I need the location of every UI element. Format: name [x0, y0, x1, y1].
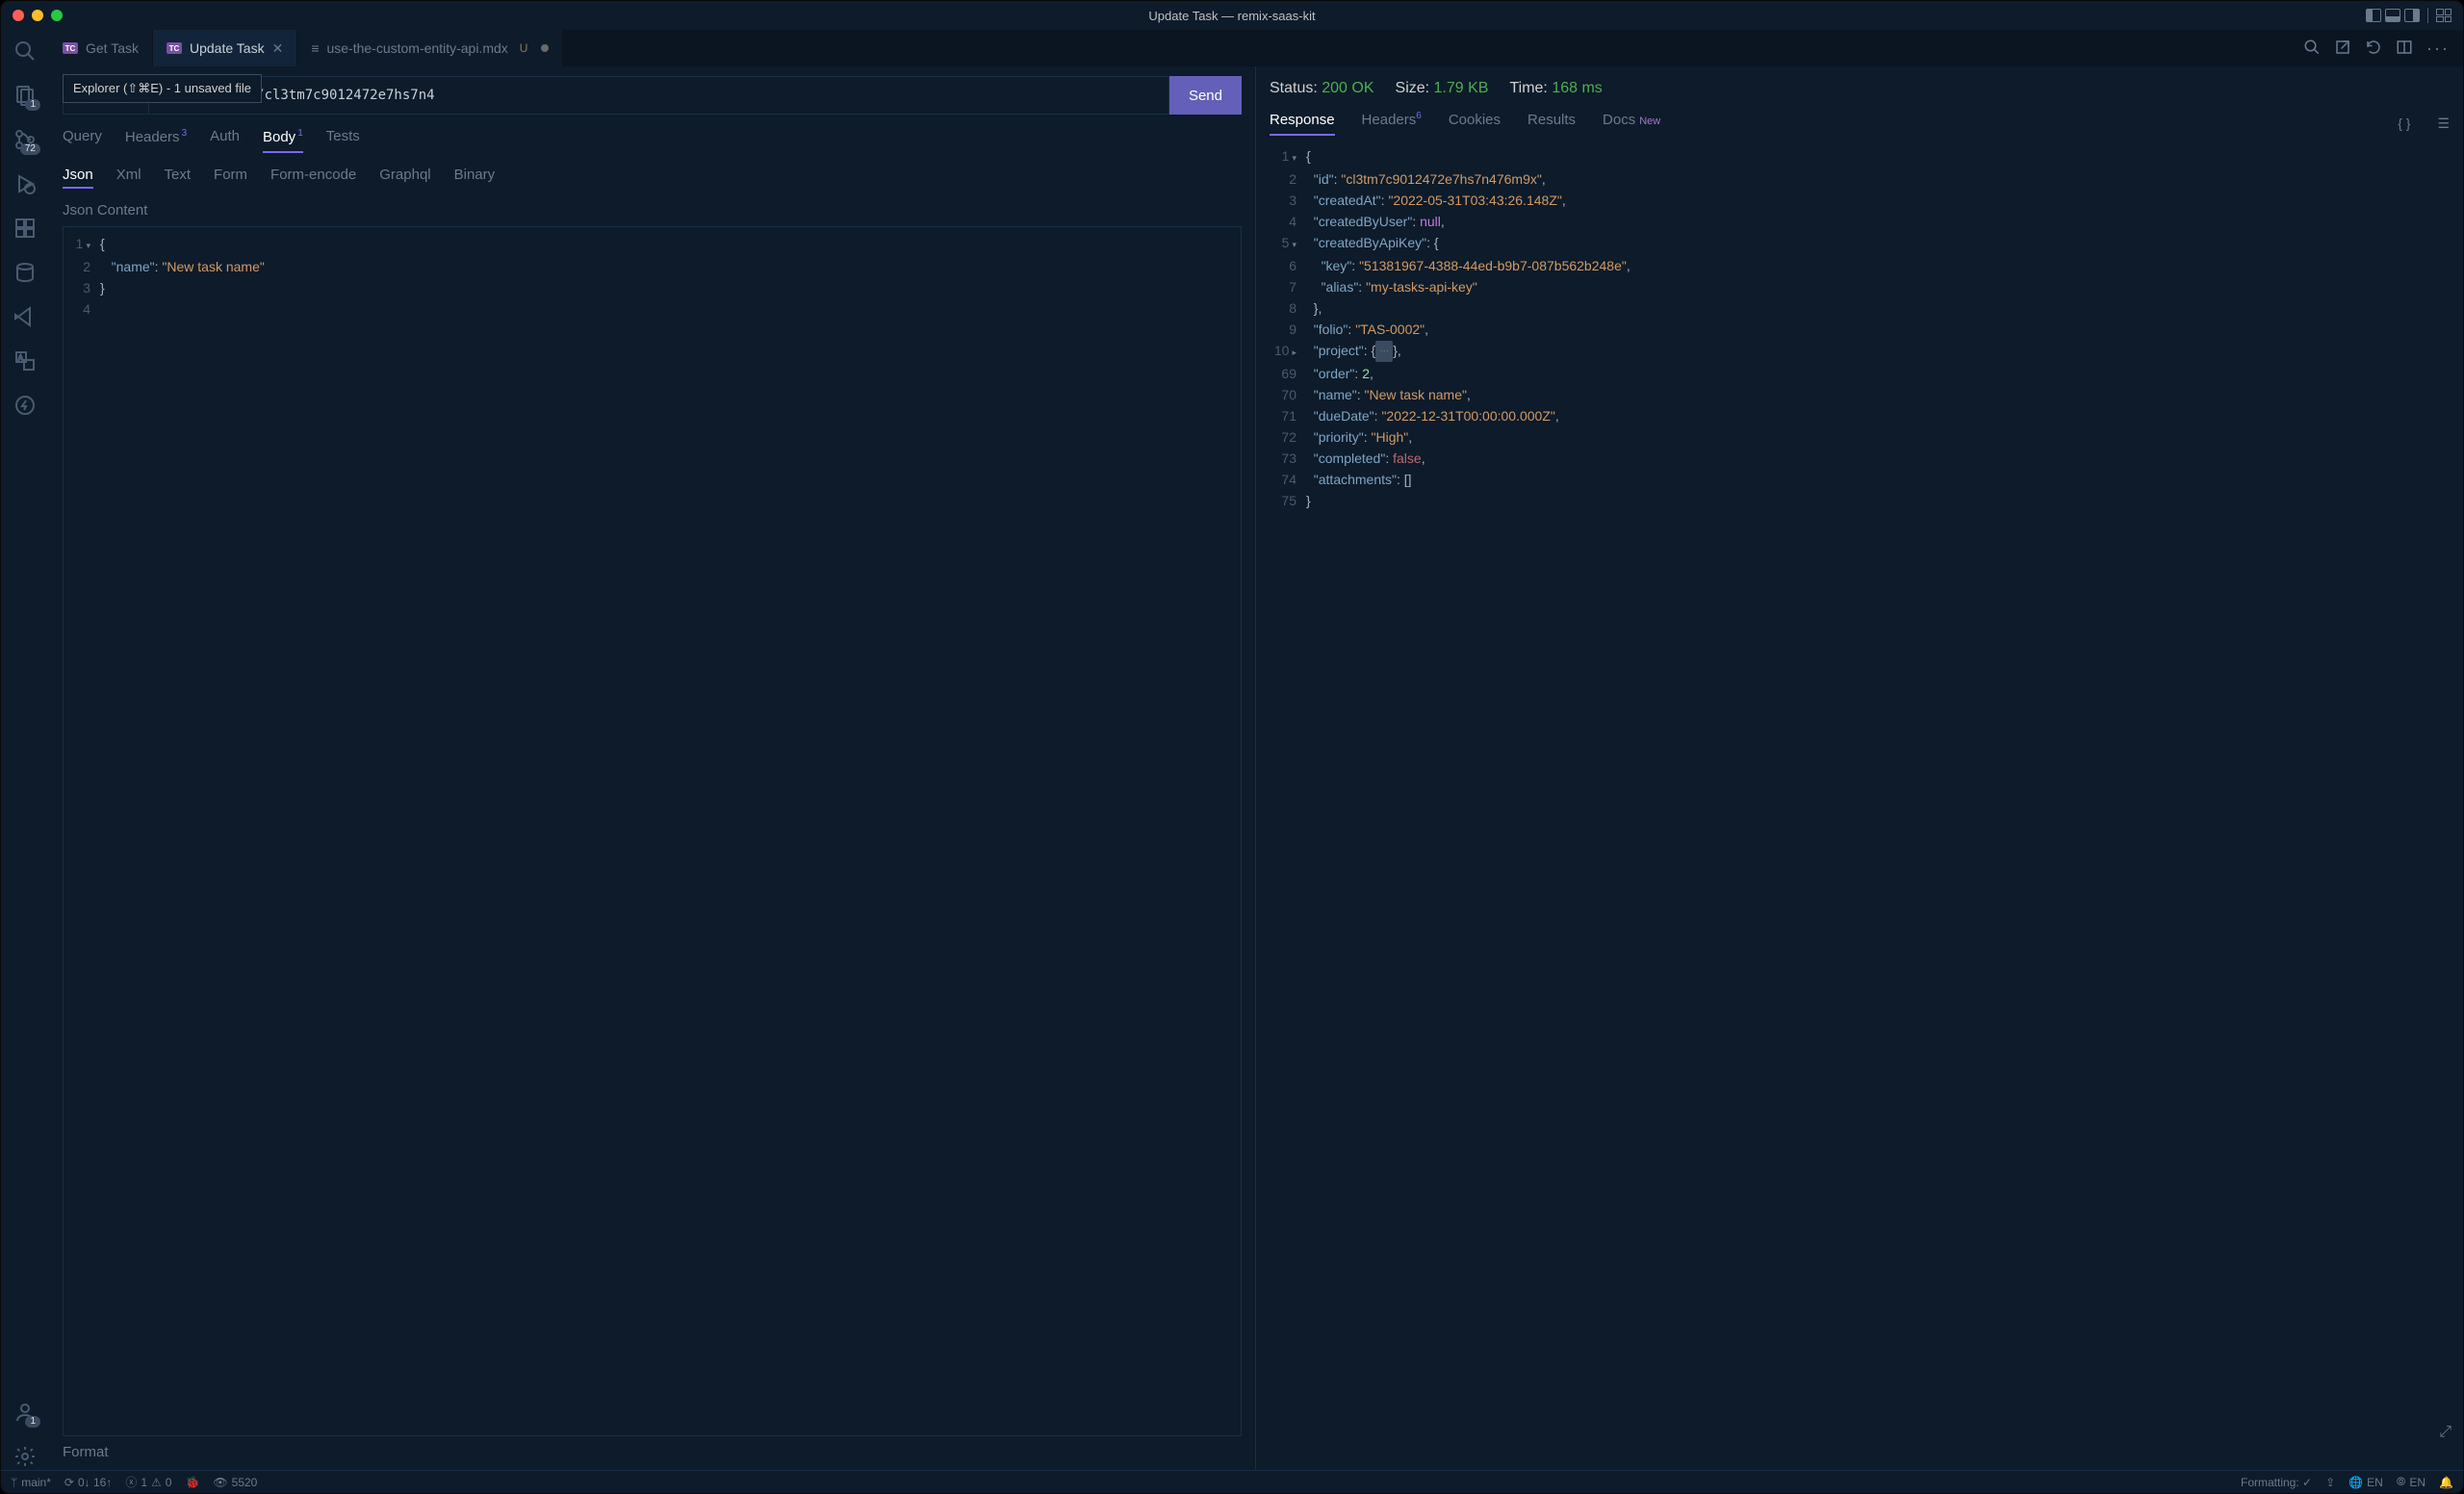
- titlebar: Update Task — remix-saas-kit: [1, 1, 2463, 30]
- tab-label: use-the-custom-entity-api.mdx: [326, 40, 507, 56]
- format-response-icon[interactable]: { }: [2398, 116, 2410, 131]
- body-type-tab-xml[interactable]: Xml: [116, 167, 141, 189]
- thunder-client-icon: TC: [63, 42, 78, 54]
- close-tab-icon[interactable]: ✕: [272, 40, 284, 57]
- response-tabs: Response Headers6 Cookies Results DocsNew { }…: [1270, 111, 2450, 136]
- layout-controls: [2366, 8, 2451, 23]
- response-pane: Status: 200 OK Size: 1.79 KB Time: 168 m…: [1256, 66, 2463, 1470]
- search-icon[interactable]: [12, 38, 38, 64]
- expand-icon[interactable]: ⤢: [2439, 1424, 2451, 1441]
- views-count[interactable]: 👁 5520: [213, 1476, 257, 1489]
- mdx-file-icon: ≡: [311, 40, 319, 56]
- formatting-status[interactable]: Formatting: ✓: [2241, 1476, 2312, 1489]
- body-type-tab-form-encode[interactable]: Form-encode: [270, 167, 356, 189]
- main-column: TC Get Task TC Update Task ✕ ≡ use-the-custom-…: [49, 30, 2463, 1470]
- explorer-badge: 1: [25, 99, 40, 111]
- search-icon[interactable]: [2303, 39, 2321, 59]
- request-body-editor[interactable]: 1▾{2 "name": "New task name"3}4: [63, 226, 1242, 1436]
- explorer-icon[interactable]: 1: [12, 82, 38, 109]
- account-badge: 1: [25, 1416, 40, 1428]
- extensions-icon[interactable]: [12, 215, 38, 242]
- response-tab-response[interactable]: Response: [1270, 112, 1335, 136]
- response-time: Time: 168 ms: [1509, 80, 1602, 97]
- git-branch[interactable]: ᛘ main*: [11, 1476, 51, 1489]
- request-tab-headers[interactable]: Headers3: [125, 128, 187, 153]
- body: 1 72 A: [1, 30, 2463, 1470]
- errors-count[interactable]: ⓧ 1 ⚠ 0: [125, 1474, 171, 1490]
- more-icon[interactable]: ···: [2426, 39, 2450, 59]
- traffic-lights: [13, 10, 63, 21]
- activity-bar: 1 72 A: [1, 30, 49, 1470]
- window-title: Update Task — remix-saas-kit: [1, 9, 2463, 23]
- modified-badge: U: [520, 41, 528, 55]
- body-type-tabs: Json Xml Text Form Form-encode Graphql Binary: [63, 167, 1242, 189]
- maximize-window-button[interactable]: [51, 10, 63, 21]
- separator: [2427, 8, 2428, 23]
- unsaved-dot-icon: [541, 44, 549, 52]
- request-tab-body[interactable]: Body1: [263, 128, 303, 153]
- request-tab-auth[interactable]: Auth: [210, 128, 240, 153]
- statusbar: ᛘ main* ⟳ 0↓ 16↑ ⓧ 1 ⚠ 0 🐞 👁 5520 Format…: [1, 1470, 2463, 1493]
- response-size: Size: 1.79 KB: [1396, 80, 1489, 97]
- database-icon[interactable]: [12, 259, 38, 286]
- svg-text:A: A: [18, 355, 23, 362]
- debug-status-icon[interactable]: 🐞: [185, 1476, 199, 1489]
- format-button[interactable]: Format: [63, 1444, 1242, 1460]
- translate-icon[interactable]: A: [12, 348, 38, 374]
- editor-tabs: TC Get Task TC Update Task ✕ ≡ use-the-custom-…: [49, 30, 2463, 66]
- status-code: Status: 200 OK: [1270, 80, 1374, 97]
- response-tab-docs[interactable]: DocsNew: [1603, 112, 1660, 136]
- json-content-label: Json Content: [63, 202, 1242, 219]
- request-pane: Explorer (⇧⌘E) - 1 unsaved file )0/api/t…: [49, 66, 1256, 1470]
- layout-grid-icon[interactable]: [2436, 9, 2451, 22]
- vscode-icon[interactable]: [12, 303, 38, 330]
- split-icon[interactable]: [2396, 39, 2413, 59]
- response-tab-results[interactable]: Results: [1527, 112, 1576, 136]
- refresh-icon[interactable]: [2365, 39, 2382, 59]
- minimize-window-button[interactable]: [32, 10, 43, 21]
- tab-label: Update Task: [190, 40, 265, 56]
- body-type-tab-binary[interactable]: Binary: [454, 167, 496, 189]
- close-window-button[interactable]: [13, 10, 24, 21]
- debug-icon[interactable]: [12, 170, 38, 197]
- account-icon[interactable]: 1: [12, 1399, 38, 1426]
- body-type-tab-form[interactable]: Form: [214, 167, 247, 189]
- body-type-tab-json[interactable]: Json: [63, 167, 93, 189]
- open-external-icon[interactable]: [2334, 39, 2351, 59]
- tab-label: Get Task: [86, 40, 139, 56]
- scm-badge: 72: [20, 143, 40, 155]
- layout-bottom-icon[interactable]: [2385, 9, 2400, 22]
- settings-icon[interactable]: [12, 1443, 38, 1470]
- live-share-icon[interactable]: ⇪: [2325, 1476, 2335, 1489]
- explorer-tooltip: Explorer (⇧⌘E) - 1 unsaved file: [63, 74, 262, 103]
- editor-tab[interactable]: TC Update Task ✕: [153, 30, 297, 66]
- language-2[interactable]: ⦾ EN: [2397, 1475, 2426, 1489]
- scm-icon[interactable]: 72: [12, 126, 38, 153]
- response-menu-icon[interactable]: ☰: [2437, 116, 2450, 132]
- editor-tab[interactable]: TC Get Task: [49, 30, 153, 66]
- layout-right-icon[interactable]: [2404, 9, 2420, 22]
- body-type-tab-text[interactable]: Text: [165, 167, 192, 189]
- layout-left-icon[interactable]: [2366, 9, 2381, 22]
- language-1[interactable]: 🌐 EN: [2348, 1476, 2383, 1489]
- git-sync[interactable]: ⟳ 0↓ 16↑: [64, 1476, 112, 1489]
- send-button[interactable]: Send: [1169, 76, 1242, 115]
- notifications-icon[interactable]: 🔔: [2439, 1476, 2453, 1489]
- tab-actions: ···: [2303, 30, 2463, 66]
- request-tab-query[interactable]: Query: [63, 128, 102, 153]
- url-input[interactable]: )0/api/tasks/cl3tm7c9012472e7hs7n4: [149, 76, 1169, 115]
- rest-client-area: Explorer (⇧⌘E) - 1 unsaved file )0/api/t…: [49, 66, 2463, 1470]
- response-status-row: Status: 200 OK Size: 1.79 KB Time: 168 m…: [1270, 80, 2450, 97]
- thunder-icon[interactable]: [12, 392, 38, 419]
- request-tab-tests[interactable]: Tests: [326, 128, 360, 153]
- request-tabs: Query Headers3 Auth Body1 Tests: [63, 128, 1242, 153]
- thunder-client-icon: TC: [167, 42, 182, 54]
- response-body[interactable]: 1▾{2 "id": "cl3tm7c9012472e7hs7n476m9x",…: [1270, 145, 2450, 1460]
- body-type-tab-graphql[interactable]: Graphql: [379, 167, 430, 189]
- app-window: Update Task — remix-saas-kit 1 72: [0, 0, 2464, 1494]
- editor-tab[interactable]: ≡ use-the-custom-entity-api.mdx U: [297, 30, 563, 66]
- response-tab-cookies[interactable]: Cookies: [1449, 112, 1501, 136]
- response-tab-headers[interactable]: Headers6: [1362, 111, 1422, 136]
